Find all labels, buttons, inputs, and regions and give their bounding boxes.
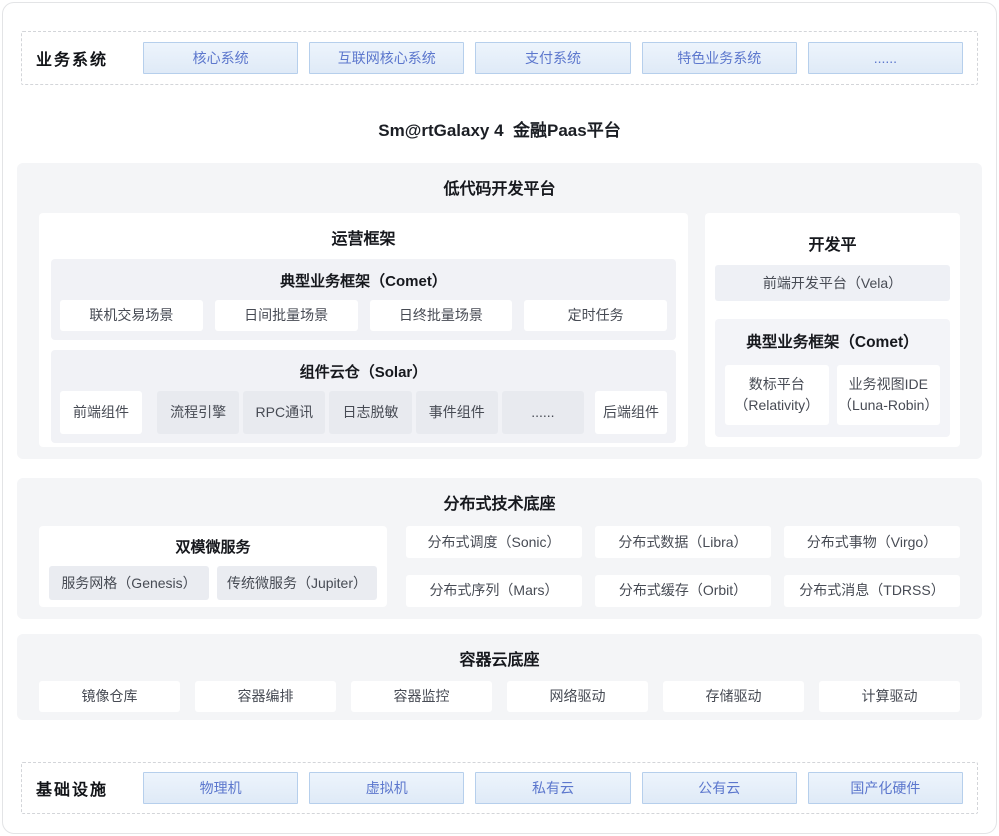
node-relativity-line2: （Relativity） — [734, 395, 819, 416]
node-compute-driver: 计算驱动 — [819, 681, 960, 712]
operation-framework-card: 运营框架 典型业务框架（Comet） 联机交易场景 日间批量场景 日终批量场景 … — [39, 213, 688, 447]
comet-node-row: 联机交易场景 日间批量场景 日终批量场景 定时任务 — [60, 300, 667, 331]
node-log-masking: 日志脱敏 — [329, 391, 411, 434]
node-business-ellipsis: ...... — [808, 42, 963, 74]
comet-framework-title: 典型业务框架（Comet） — [60, 270, 667, 291]
node-container-monitoring: 容器监控 — [351, 681, 492, 712]
operation-framework-title: 运营框架 — [51, 225, 676, 249]
node-vela-frontend-dev-platform: 前端开发平台（Vela） — [715, 265, 950, 301]
lowcode-title: 低代码开发平台 — [39, 175, 960, 199]
node-luna-robin-ide: 业务视图IDE （Luna-Robin） — [837, 365, 941, 425]
platform-title: Sm@rtGalaxy 4 金融Paas平台 — [3, 116, 996, 141]
node-scheduled-task: 定时任务 — [524, 300, 667, 331]
distributed-node-grid: 分布式调度（Sonic） 分布式数据（Libra） 分布式事物（Virgo） 分… — [406, 526, 960, 607]
node-sonic-scheduling: 分布式调度（Sonic） — [406, 526, 582, 558]
distributed-body: 双模微服务 服务网格（Genesis） 传统微服务（Jupiter） 分布式调度… — [39, 526, 960, 607]
node-daytime-batch-scenario: 日间批量场景 — [215, 300, 358, 331]
dev-platform-card: 开发平 前端开发平台（Vela） 典型业务框架（Comet） 数标平台 （Rel… — [705, 213, 960, 447]
comet-framework-card: 典型业务框架（Comet） 联机交易场景 日间批量场景 日终批量场景 定时任务 — [51, 259, 676, 340]
node-event-component: 事件组件 — [416, 391, 498, 434]
dual-mode-node-row: 服务网格（Genesis） 传统微服务（Jupiter） — [49, 566, 377, 600]
node-core-system: 核心系统 — [143, 42, 298, 74]
node-luna-robin-line2: （Luna-Robin） — [838, 395, 938, 416]
node-network-driver: 网络驱动 — [507, 681, 648, 712]
node-luna-robin-line1: 业务视图IDE — [849, 374, 928, 395]
node-mars-sequence: 分布式序列（Mars） — [406, 575, 582, 607]
node-featured-business-system: 特色业务系统 — [642, 42, 797, 74]
node-storage-driver: 存储驱动 — [663, 681, 804, 712]
container-cloud-title: 容器云底座 — [39, 646, 960, 670]
node-internet-core-system: 互联网核心系统 — [309, 42, 464, 74]
node-orbit-cache: 分布式缓存（Orbit） — [595, 575, 771, 607]
node-genesis-service-mesh: 服务网格（Genesis） — [49, 566, 209, 600]
solar-component-card: 组件云仓（Solar） 前端组件 流程引擎 RPC通讯 日志脱敏 事件组件 ..… — [51, 350, 676, 443]
lowcode-section: 低代码开发平台 运营框架 典型业务框架（Comet） 联机交易场景 日间批量场景… — [17, 163, 982, 459]
node-solar-ellipsis: ...... — [502, 391, 584, 434]
node-frontend-component: 前端组件 — [60, 391, 142, 434]
node-libra-data: 分布式数据（Libra） — [595, 526, 771, 558]
infrastructure-strip: 基础设施 物理机 虚拟机 私有云 公有云 国产化硬件 — [21, 762, 978, 814]
container-cloud-node-row: 镜像仓库 容器编排 容器监控 网络驱动 存储驱动 计算驱动 — [39, 681, 960, 712]
business-systems-strip: 业务系统 核心系统 互联网核心系统 支付系统 特色业务系统 ...... — [21, 31, 978, 85]
solar-node-row: 前端组件 流程引擎 RPC通讯 日志脱敏 事件组件 ...... 后端组件 — [60, 391, 667, 434]
dev-comet-card: 典型业务框架（Comet） 数标平台 （Relativity） 业务视图IDE … — [715, 319, 950, 437]
diagram-frame: 业务系统 核心系统 互联网核心系统 支付系统 特色业务系统 ...... Sm@… — [2, 2, 997, 834]
node-image-registry: 镜像仓库 — [39, 681, 180, 712]
business-systems-label: 业务系统 — [36, 46, 132, 70]
dev-platform-title: 开发平 — [715, 231, 950, 255]
node-eod-batch-scenario: 日终批量场景 — [370, 300, 513, 331]
node-online-trading-scenario: 联机交易场景 — [60, 300, 203, 331]
node-virgo-transaction: 分布式事物（Virgo） — [784, 526, 960, 558]
node-relativity-line1: 数标平台 — [749, 374, 805, 395]
node-public-cloud: 公有云 — [642, 772, 797, 804]
node-payment-system: 支付系统 — [475, 42, 630, 74]
node-private-cloud: 私有云 — [475, 772, 630, 804]
distributed-title: 分布式技术底座 — [39, 490, 960, 514]
node-physical-machine: 物理机 — [143, 772, 298, 804]
node-tdrss-message: 分布式消息（TDRSS） — [784, 575, 960, 607]
dual-mode-title: 双模微服务 — [49, 536, 377, 557]
node-relativity-data-platform: 数标平台 （Relativity） — [725, 365, 829, 425]
solar-component-title: 组件云仓（Solar） — [60, 361, 667, 382]
node-process-engine: 流程引擎 — [157, 391, 239, 434]
node-container-orchestration: 容器编排 — [195, 681, 336, 712]
dual-mode-microservice-card: 双模微服务 服务网格（Genesis） 传统微服务（Jupiter） — [39, 526, 387, 607]
node-virtual-machine: 虚拟机 — [309, 772, 464, 804]
dev-comet-node-row: 数标平台 （Relativity） 业务视图IDE （Luna-Robin） — [725, 365, 940, 425]
lowcode-body: 运营框架 典型业务框架（Comet） 联机交易场景 日间批量场景 日终批量场景 … — [39, 213, 960, 447]
container-cloud-section: 容器云底座 镜像仓库 容器编排 容器监控 网络驱动 存储驱动 计算驱动 — [17, 634, 982, 720]
distributed-section: 分布式技术底座 双模微服务 服务网格（Genesis） 传统微服务（Jupite… — [17, 478, 982, 619]
node-rpc-communication: RPC通讯 — [243, 391, 325, 434]
node-domestic-hardware: 国产化硬件 — [808, 772, 963, 804]
infrastructure-label: 基础设施 — [36, 776, 132, 800]
dev-comet-title: 典型业务框架（Comet） — [725, 330, 940, 352]
node-jupiter-traditional-microservice: 传统微服务（Jupiter） — [217, 566, 377, 600]
node-backend-component: 后端组件 — [595, 391, 667, 434]
